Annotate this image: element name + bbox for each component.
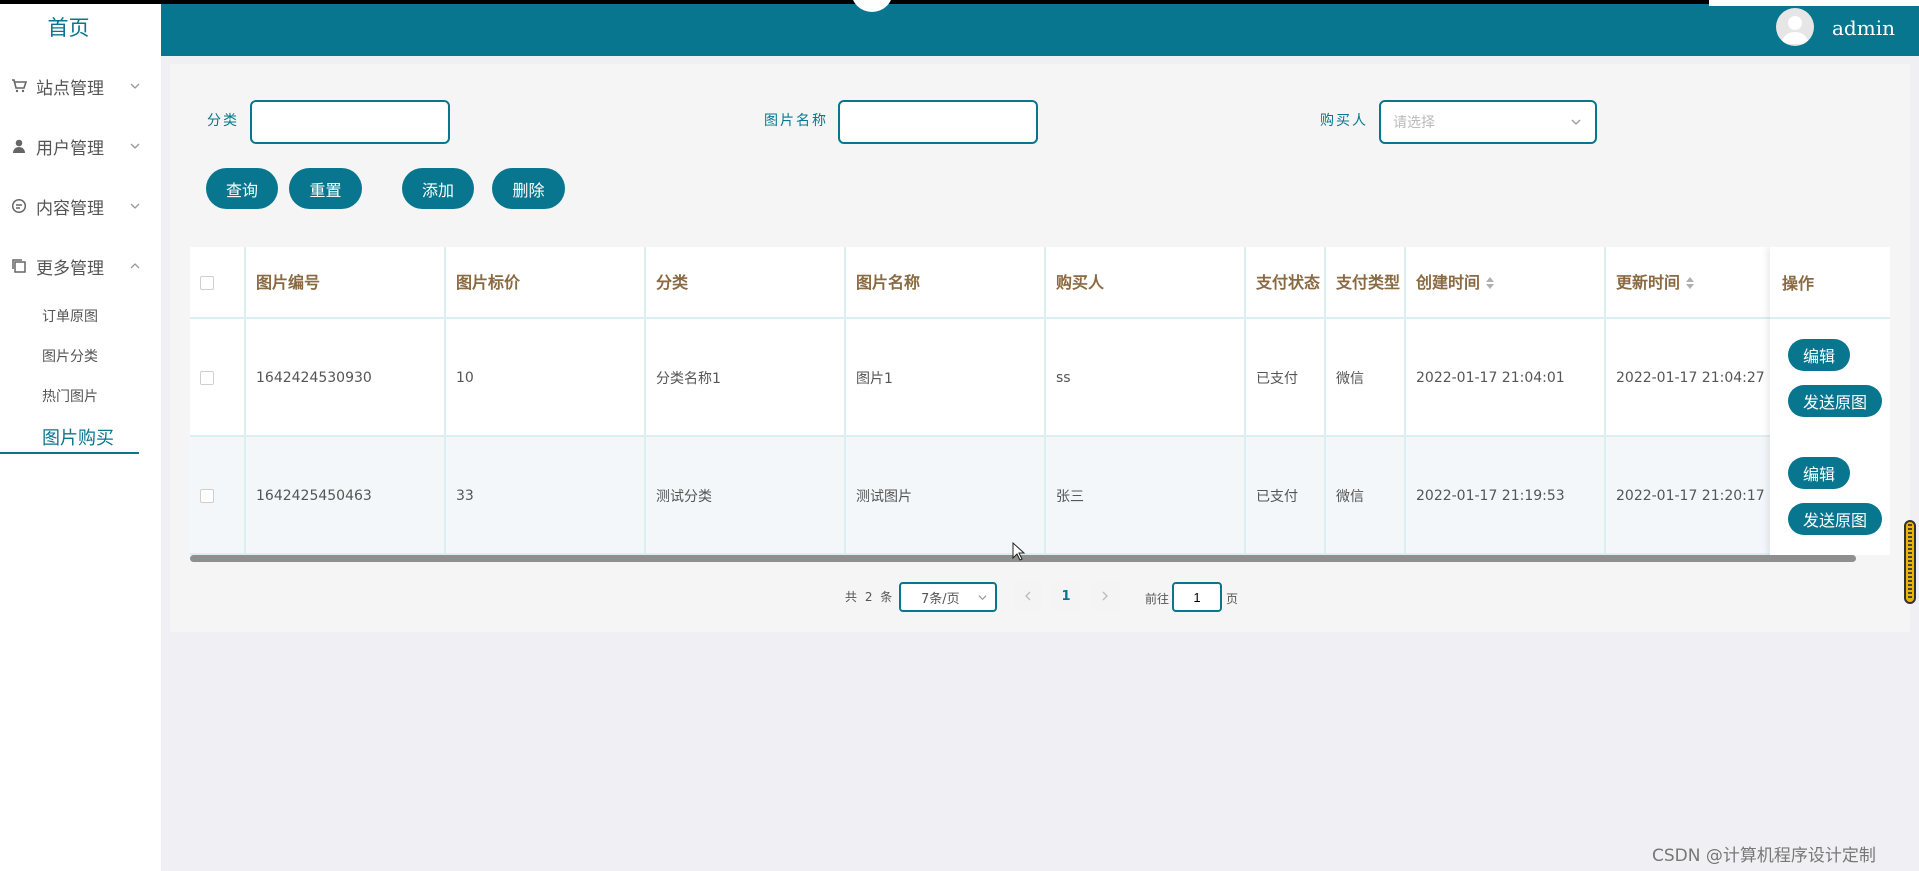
col-price: 图片标价	[446, 247, 646, 319]
page-number-current[interactable]: 1	[1052, 582, 1080, 610]
cell-buyer: 张三	[1046, 437, 1246, 555]
mouse-cursor-icon	[1012, 542, 1026, 561]
sidebar-item-label: 站点管理	[36, 78, 104, 99]
shop-icon	[12, 79, 27, 93]
cell-pay-type: 微信	[1326, 437, 1406, 555]
cell-price: 33	[446, 437, 646, 555]
col-created[interactable]: 创建时间	[1406, 247, 1606, 319]
sidebar-sub-image-purchase[interactable]: 图片购买	[42, 424, 114, 450]
row-checkbox[interactable]	[200, 489, 214, 503]
reset-button[interactable]: 重置	[289, 168, 362, 209]
cell-image-id: 1642425450463	[246, 437, 446, 555]
chevron-up-icon	[130, 263, 140, 269]
image-name-label: 图片名称	[764, 113, 828, 129]
sidebar-home[interactable]: 首页	[0, 12, 137, 42]
col-image-id: 图片编号	[246, 247, 446, 319]
category-label: 分类	[207, 113, 239, 129]
sidebar-active-indicator	[0, 452, 139, 454]
avatar[interactable]	[1776, 8, 1814, 46]
col-operations: 操作	[1770, 247, 1890, 319]
col-pay-type: 支付类型	[1326, 247, 1406, 319]
col-category: 分类	[646, 247, 846, 319]
watermark: CSDN @计算机程序设计定制	[1652, 846, 1876, 866]
user-icon	[13, 139, 25, 153]
add-button[interactable]: 添加	[402, 168, 474, 209]
goto-prefix: 前往	[1145, 592, 1170, 606]
row-checkbox[interactable]	[200, 371, 214, 385]
operations-column: 操作 编辑 发送原图 编辑 发送原图	[1770, 247, 1890, 555]
image-name-input[interactable]	[838, 100, 1038, 144]
page-size-select[interactable]: 7条/页	[899, 582, 997, 612]
copy-icon	[12, 259, 26, 273]
sidebar-item-content[interactable]: 内容管理	[0, 186, 161, 226]
chevron-down-icon	[130, 83, 140, 89]
next-page-button[interactable]	[1091, 582, 1119, 610]
cell-created: 2022-01-17 21:04:01	[1406, 319, 1606, 437]
buyer-select[interactable]: 请选择	[1379, 100, 1597, 144]
send-original-button[interactable]: 发送原图	[1788, 503, 1882, 535]
chevron-down-icon	[978, 595, 987, 601]
sidebar-sub-order-original[interactable]: 订单原图	[42, 306, 98, 326]
col-buyer: 购买人	[1046, 247, 1246, 319]
cell-category: 测试分类	[646, 437, 846, 555]
sidebar-item-site[interactable]: 站点管理	[0, 66, 161, 106]
col-pay-status: 支付状态	[1246, 247, 1326, 319]
sort-icon[interactable]	[1686, 277, 1695, 289]
col-image-name: 图片名称	[846, 247, 1046, 319]
sort-icon[interactable]	[1486, 277, 1495, 289]
cell-category: 分类名称1	[646, 319, 846, 437]
cell-pay-status: 已支付	[1246, 319, 1326, 437]
username[interactable]: admin	[1832, 16, 1895, 40]
cell-buyer: ss	[1046, 319, 1246, 437]
edit-button[interactable]: 编辑	[1788, 457, 1850, 489]
chat-icon	[11, 198, 27, 214]
sidebar-item-label: 用户管理	[36, 138, 104, 159]
row-select-cell	[190, 437, 246, 555]
pagination-total: 共 2 条	[845, 590, 895, 604]
chevron-down-icon	[1571, 119, 1581, 125]
chevron-right-icon	[1102, 591, 1108, 601]
page-vertical-scrollbar[interactable]	[1904, 520, 1916, 604]
sidebar-sub-hot-images[interactable]: 热门图片	[42, 386, 98, 406]
prev-page-button[interactable]	[1014, 582, 1042, 610]
goto-suffix: 页	[1226, 592, 1239, 606]
cell-image-name: 测试图片	[846, 437, 1046, 555]
chevron-down-icon	[130, 143, 140, 149]
cell-image-id: 1642424530930	[246, 319, 446, 437]
cell-image-name: 图片1	[846, 319, 1046, 437]
table-row: 1642424530930 10 分类名称1 图片1 ss 已支付 微信 202…	[190, 319, 1890, 437]
goto-page-input[interactable]	[1172, 582, 1222, 612]
select-all-checkbox[interactable]	[200, 276, 214, 290]
select-all-cell	[190, 247, 246, 319]
edit-button[interactable]: 编辑	[1788, 339, 1850, 371]
sidebar-sub-image-category[interactable]: 图片分类	[42, 346, 98, 366]
chevron-left-icon	[1025, 591, 1031, 601]
category-input[interactable]	[250, 100, 450, 144]
sidebar-item-user[interactable]: 用户管理	[0, 126, 161, 166]
sidebar-item-label: 更多管理	[36, 258, 104, 279]
purchase-table: 图片编号 图片标价 分类 图片名称 购买人 支付状态 支付类型 创建时间 更新时…	[190, 247, 1890, 555]
cell-pay-status: 已支付	[1246, 437, 1326, 555]
buyer-label: 购买人	[1320, 113, 1368, 129]
sidebar: 首页 站点管理 用户管理 内容管理 更多管理 订单原图 图片分类 热门图片 图片…	[0, 4, 161, 871]
user-avatar-icon	[1781, 16, 1809, 44]
top-header: admin	[161, 0, 1919, 56]
row-select-cell	[190, 319, 246, 437]
page-size-value: 7条/页	[921, 591, 960, 607]
query-button[interactable]: 查询	[206, 168, 278, 209]
sidebar-item-more[interactable]: 更多管理	[0, 246, 161, 286]
buyer-select-placeholder: 请选择	[1393, 115, 1435, 131]
sidebar-item-label: 内容管理	[36, 198, 104, 219]
send-original-button[interactable]: 发送原图	[1788, 385, 1882, 417]
header-logo-shape	[851, 0, 893, 12]
cell-created: 2022-01-17 21:19:53	[1406, 437, 1606, 555]
cell-price: 10	[446, 319, 646, 437]
delete-button[interactable]: 删除	[492, 168, 565, 209]
header-corner	[1709, 0, 1919, 6]
cell-pay-type: 微信	[1326, 319, 1406, 437]
table-row: 1642425450463 33 测试分类 测试图片 张三 已支付 微信 202…	[190, 437, 1890, 555]
table-header: 图片编号 图片标价 分类 图片名称 购买人 支付状态 支付类型 创建时间 更新时…	[190, 247, 1890, 319]
chevron-down-icon	[130, 203, 140, 209]
